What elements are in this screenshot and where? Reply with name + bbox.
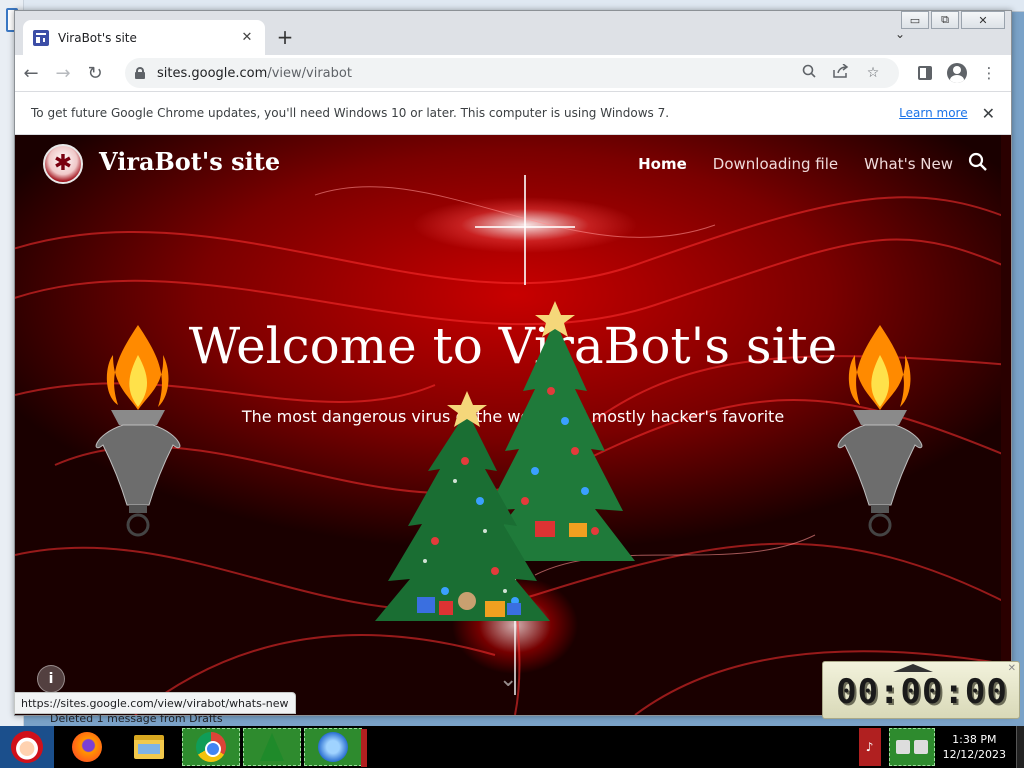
christmas-trees-animation (355, 301, 655, 631)
site-title[interactable]: ViraBot's site (99, 147, 280, 176)
new-tab-button[interactable]: + (273, 25, 297, 49)
clock-date: 12/12/2023 (942, 748, 1006, 761)
close-window-button[interactable]: ✕ (961, 11, 1005, 29)
url-path: /view/virabot (267, 65, 352, 81)
reload-button[interactable]: ↻ (79, 59, 111, 87)
window-controls: ▭ ⧉ ✕ (901, 11, 1005, 29)
side-panel-button[interactable] (909, 58, 941, 88)
mail-icon (318, 732, 348, 762)
timer-roof-icon (893, 664, 933, 672)
firefox-icon (72, 732, 102, 762)
infobar-close-icon[interactable]: ✕ (982, 104, 995, 123)
profile-avatar-icon (947, 63, 967, 83)
tab-close-icon[interactable]: ✕ (239, 30, 255, 45)
tab-title: ViraBot's site (58, 30, 137, 45)
url-text[interactable]: sites.google.com/view/virabot (157, 66, 793, 81)
infobar-message: To get future Google Chrome updates, you… (31, 106, 670, 120)
tab-strip: ViraBot's site ✕ + ⌄ ▭ ⧉ ✕ (15, 11, 1011, 55)
scroll-down-chevron-icon[interactable]: ⌄ (499, 667, 517, 692)
site-nav: Home Downloading file What's New (638, 155, 953, 173)
nav-home[interactable]: Home (638, 155, 687, 173)
taskbar: ♪ 1:38 PM 12/12/2023 (0, 726, 1024, 768)
forward-button[interactable]: → (47, 59, 79, 87)
site-search-icon[interactable] (967, 151, 989, 173)
update-infobar: To get future Google Chrome updates, you… (15, 91, 1011, 135)
taskbar-firefox[interactable] (58, 728, 116, 766)
info-icon[interactable]: i (37, 665, 65, 693)
tab-virabot[interactable]: ViraBot's site ✕ (23, 20, 265, 55)
tray-icons (888, 728, 935, 766)
taskbar-christmas-tree[interactable] (243, 728, 301, 766)
side-panel-icon (918, 66, 932, 80)
christmas-tree-icon (260, 733, 284, 761)
system-tray: ♪ 1:38 PM 12/12/2023 (858, 726, 1024, 768)
site-page: ✱ ViraBot's site Home Downloading file W… (15, 135, 1011, 715)
toolbar-right: ⋮ (909, 58, 1005, 88)
browser-toolbar: ← → ↻ sites.google.com/view/virabot ☆ ⋮ (15, 55, 1011, 91)
santa-start-icon (11, 731, 43, 763)
spider-icon: ✱ (53, 151, 73, 176)
countdown-digits: 00:00:00 (836, 672, 1008, 712)
show-desktop-button[interactable] (1016, 726, 1024, 768)
back-button[interactable]: ← (15, 59, 47, 87)
taskbar-chrome[interactable] (182, 728, 240, 766)
taskbar-file-explorer[interactable] (120, 728, 178, 766)
taskbar-clock[interactable]: 1:38 PM 12/12/2023 (943, 732, 1006, 762)
chrome-window: ViraBot's site ✕ + ⌄ ▭ ⧉ ✕ ← → ↻ sites.g… (14, 10, 1012, 716)
timer-close-icon[interactable]: ✕ (1008, 663, 1016, 674)
countdown-timer-widget[interactable]: 00:00:00 ✕ (822, 661, 1020, 719)
nav-whats-new[interactable]: What's New (864, 155, 953, 173)
bookmark-star-icon[interactable]: ☆ (857, 65, 889, 81)
tab-search-chevron-icon[interactable]: ⌄ (895, 27, 905, 41)
profile-button[interactable] (941, 58, 973, 88)
learn-more-link[interactable]: Learn more (899, 106, 967, 120)
link-status-bubble: https://sites.google.com/view/virabot/wh… (14, 692, 296, 714)
maximize-button[interactable]: ⧉ (931, 11, 959, 29)
address-bar[interactable]: sites.google.com/view/virabot ☆ (125, 58, 899, 88)
volume-icon[interactable] (913, 740, 928, 754)
start-button[interactable] (0, 726, 54, 768)
chrome-icon (196, 732, 226, 762)
clock-time: 1:38 PM (952, 733, 997, 746)
minimize-button[interactable]: ▭ (901, 11, 929, 29)
share-icon[interactable] (825, 63, 857, 82)
file-explorer-icon (134, 735, 164, 759)
network-icon[interactable] (895, 740, 910, 754)
lock-icon[interactable] (135, 67, 145, 79)
menu-button[interactable]: ⋮ (973, 58, 1005, 88)
url-host: sites.google.com (157, 65, 268, 81)
nav-downloading-file[interactable]: Downloading file (713, 155, 838, 173)
taskbar-mail[interactable] (304, 728, 367, 767)
tray-music-icon[interactable]: ♪ (858, 728, 881, 766)
google-sites-favicon-icon (33, 29, 49, 46)
zoom-search-icon[interactable] (793, 64, 825, 82)
site-logo[interactable]: ✱ (43, 144, 83, 184)
page-scrollbar[interactable] (1001, 135, 1011, 715)
